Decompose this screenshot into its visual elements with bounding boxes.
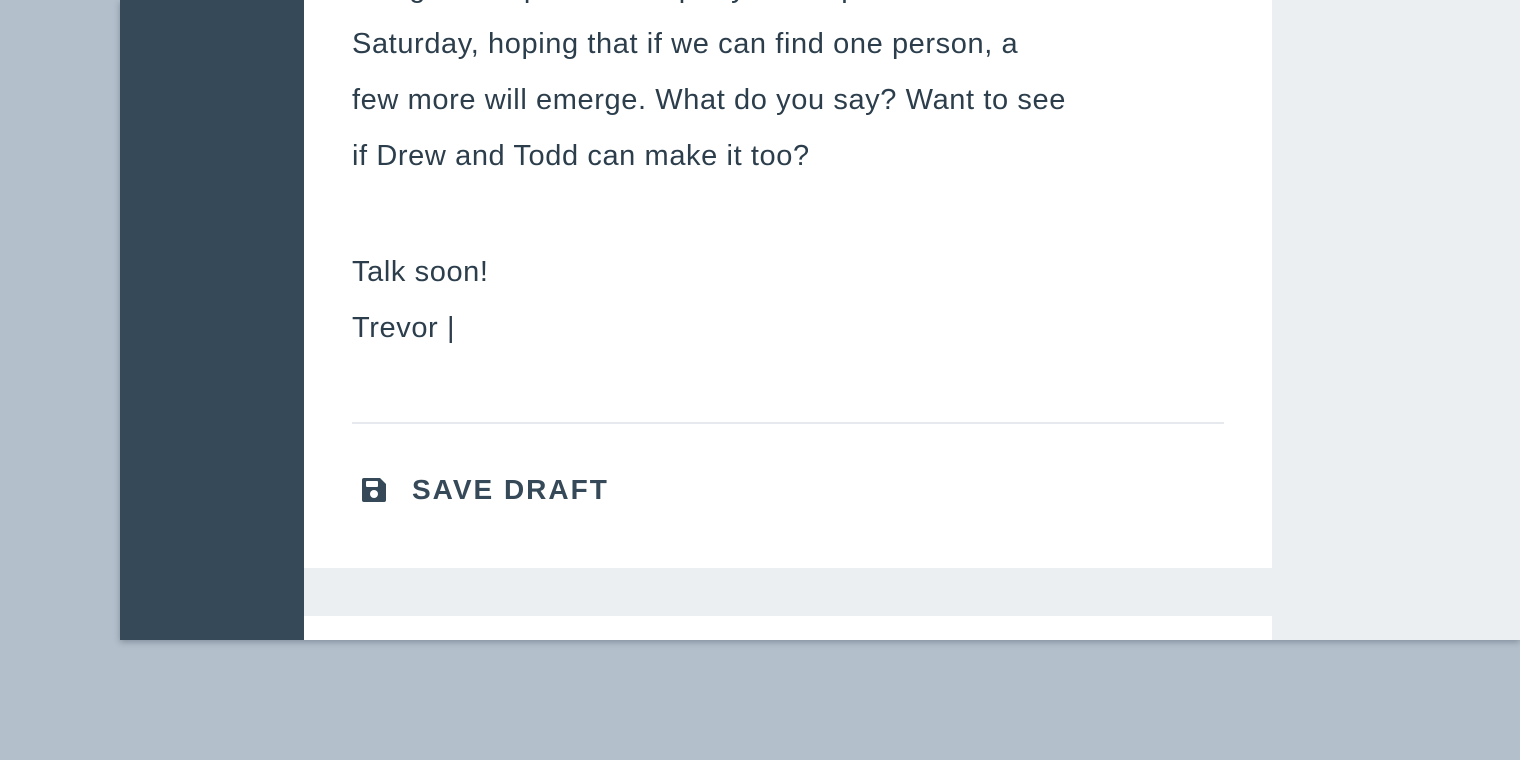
sidebar [120, 0, 304, 640]
message-paragraph: doing a little phone-tree party at her p… [352, 0, 1066, 184]
message-signoff: Talk soon! Trevor | [352, 244, 489, 356]
message-line: Saturday, hoping that if we can find one… [352, 28, 1019, 60]
message-line: doing a little phone-tree party at her p… [352, 0, 1066, 16]
message-line: if Drew and Todd can make it too? [352, 140, 810, 172]
message-signature: Trevor [352, 312, 439, 344]
message-closing: Talk soon! [352, 256, 489, 288]
message-line: few more will emerge. What do you say? W… [352, 84, 1066, 116]
message-composer-card: doing a little phone-tree party at her p… [304, 0, 1272, 568]
floppy-disk-icon [358, 474, 390, 506]
next-card [304, 616, 1272, 640]
save-draft-label: SAVE DRAFT [412, 474, 609, 505]
app-window: doing a little phone-tree party at her p… [120, 0, 1520, 640]
text-cursor: | [446, 312, 456, 344]
message-signature-line: Trevor | [352, 300, 489, 356]
divider [352, 422, 1224, 424]
save-draft-button[interactable]: SAVE DRAFT [358, 468, 609, 512]
